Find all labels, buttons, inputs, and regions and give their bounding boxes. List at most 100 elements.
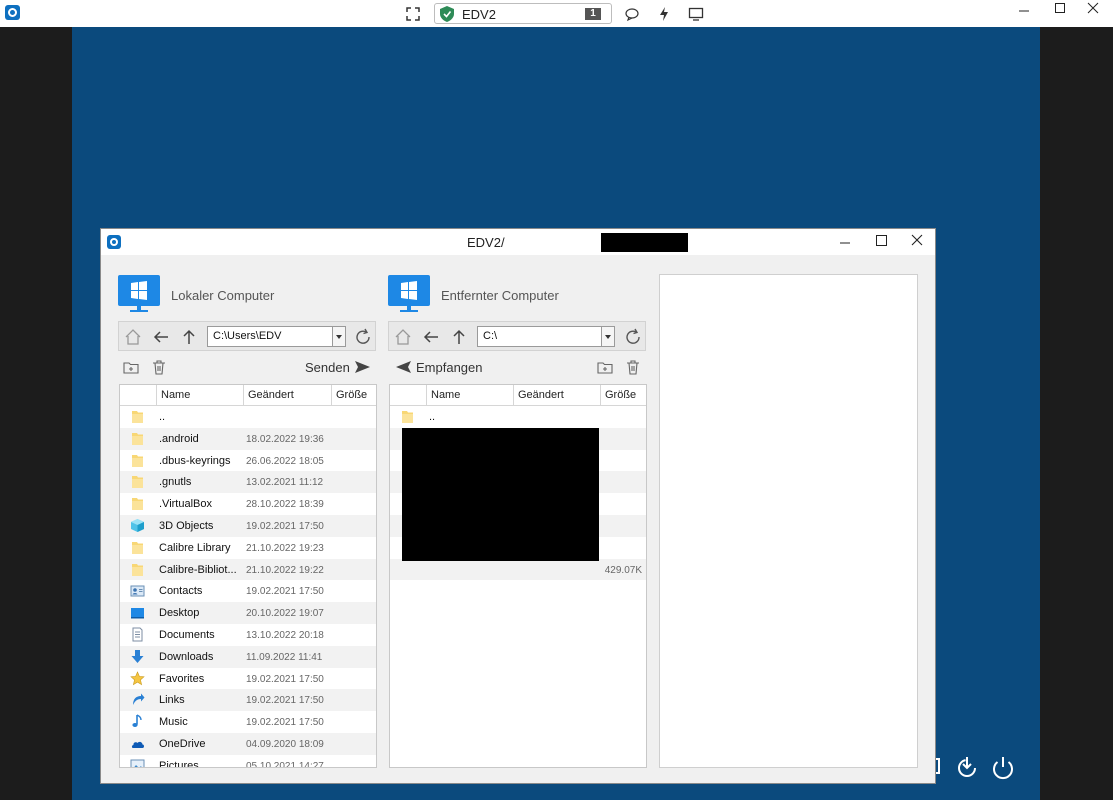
dialog-logo-icon [107, 235, 121, 249]
file-modified: 13.10.2022 20:18 [246, 629, 324, 641]
trash-icon[interactable] [625, 359, 641, 375]
new-folder-icon[interactable] [597, 359, 613, 375]
redaction-bar [601, 233, 688, 252]
table-row[interactable]: Desktop 20.10.2022 19:07 [120, 602, 376, 624]
file-modified: 20.10.2022 19:07 [246, 608, 324, 620]
table-row[interactable]: .android 18.02.2022 19:36 [120, 427, 376, 450]
maximize-icon[interactable] [1045, 0, 1075, 20]
up-arrow-icon[interactable] [180, 328, 198, 346]
file-modified: 19.02.2021 17:50 [246, 520, 324, 532]
file-name: Pictures [159, 759, 199, 768]
table-row[interactable]: .. [390, 406, 646, 428]
file-modified: 19.02.2021 17:50 [246, 673, 324, 685]
local-panel-title: Lokaler Computer [171, 288, 275, 303]
receive-button[interactable]: Empfangen [416, 360, 483, 375]
file-transfer-dialog: EDV2/ Lokaler Computer C:\Users\EDV Send… [100, 228, 936, 784]
file-name: .gnutls [159, 476, 192, 489]
session-tab[interactable]: EDV2 1 [434, 3, 612, 24]
home-icon[interactable] [394, 328, 412, 346]
side-panel [659, 274, 918, 768]
windows-computer-icon [388, 275, 430, 312]
file-name: .VirtualBox [159, 498, 212, 511]
table-row[interactable]: Downloads 11.09.2022 11:41 [120, 645, 376, 668]
table-row[interactable]: Calibre Library 21.10.2022 19:23 [120, 537, 376, 559]
lightning-icon[interactable] [656, 6, 672, 22]
local-path-text: C:\Users\EDV [213, 330, 282, 342]
viewer-margin-left [0, 27, 72, 800]
file-name: Calibre Library [159, 541, 231, 554]
up-arrow-icon[interactable] [450, 328, 468, 346]
table-row[interactable]: Contacts 19.02.2021 17:50 [120, 580, 376, 602]
column-header-size[interactable]: Größe [600, 385, 646, 406]
power-icon[interactable] [989, 753, 1017, 781]
dialog-maximize-icon[interactable] [869, 232, 893, 252]
table-row[interactable]: Favorites 19.02.2021 17:50 [120, 668, 376, 690]
refresh-icon[interactable] [624, 328, 642, 346]
dialog-titlebar[interactable]: EDV2/ [101, 229, 935, 255]
local-rows: .. .android 18.02.2022 19:36 .dbus-keyrings… [120, 406, 376, 768]
local-path-dropdown-icon[interactable] [332, 327, 345, 346]
table-row[interactable]: .VirtualBox 28.10.2022 18:39 [120, 493, 376, 515]
file-name: Contacts [159, 585, 203, 598]
table-row[interactable]: Pictures 05.10.2021 14:27 [120, 755, 376, 768]
file-modified: 21.10.2022 19:22 [246, 564, 324, 576]
file-modified: 28.10.2022 18:39 [246, 499, 324, 511]
table-row[interactable]: Music 19.02.2021 17:50 [120, 711, 376, 733]
minimize-icon[interactable] [1009, 0, 1039, 20]
send-button[interactable]: Senden [305, 360, 350, 375]
column-header-name[interactable]: Name [426, 385, 513, 406]
viewer-toolbar: EDV2 1 [0, 0, 1113, 27]
new-folder-icon[interactable] [123, 359, 139, 375]
column-header-modified[interactable]: Geändert [243, 385, 331, 406]
dialog-minimize-icon[interactable] [833, 232, 857, 252]
trash-icon[interactable] [151, 359, 167, 375]
table-row[interactable]: .gnutls 13.02.2021 11:12 [120, 471, 376, 494]
remote-path-input[interactable]: C:\ [477, 326, 615, 347]
remote-file-list-header: Name Geändert Größe [390, 385, 646, 406]
transfer-icon[interactable] [954, 753, 982, 781]
receive-arrow-icon[interactable] [396, 361, 411, 373]
file-name: Links [159, 694, 185, 707]
table-row[interactable]: 429.07K [390, 558, 646, 581]
file-modified: 13.02.2021 11:12 [246, 477, 324, 489]
viewer-margin-right [1040, 27, 1113, 800]
back-arrow-icon[interactable] [152, 328, 170, 346]
table-row[interactable]: Links 19.02.2021 17:50 [120, 689, 376, 712]
music-icon [130, 714, 145, 729]
folder-icon [130, 409, 145, 424]
folder-icon [130, 562, 145, 577]
home-icon[interactable] [124, 328, 142, 346]
table-row[interactable]: OneDrive 04.09.2020 18:09 [120, 732, 376, 755]
local-file-list[interactable]: Name Geändert Größe .. .android 18.02.2022… [119, 384, 377, 768]
remote-file-list[interactable]: Name Geändert Größe ..AMD20.05.2021 10:2… [389, 384, 647, 768]
column-header-modified[interactable]: Geändert [513, 385, 600, 406]
session-count-badge: 1 [585, 8, 601, 20]
close-icon[interactable] [1078, 0, 1108, 20]
column-header-name[interactable]: Name [156, 385, 243, 406]
table-row[interactable]: 3D Objects 19.02.2021 17:50 [120, 514, 376, 537]
remote-path-dropdown-icon[interactable] [601, 327, 614, 346]
table-row[interactable]: Documents 13.10.2022 20:18 [120, 624, 376, 646]
table-row[interactable]: .dbus-keyrings 26.06.2022 18:05 [120, 450, 376, 472]
chat-icon[interactable] [624, 6, 640, 22]
file-modified: 21.10.2022 19:23 [246, 542, 324, 554]
dialog-close-icon[interactable] [905, 232, 929, 252]
local-navbar: C:\Users\EDV [118, 321, 376, 351]
table-row[interactable]: Calibre-Bibliot... 21.10.2022 19:22 [120, 558, 376, 581]
local-path-input[interactable]: C:\Users\EDV [207, 326, 346, 347]
monitor-icon[interactable] [688, 6, 704, 22]
file-modified: 26.06.2022 18:05 [246, 455, 324, 467]
onedrive-icon [130, 736, 145, 751]
folder-icon [130, 453, 145, 468]
folder-icon [130, 431, 145, 446]
local-panel-header: Lokaler Computer [118, 273, 378, 313]
refresh-icon[interactable] [354, 328, 372, 346]
back-arrow-icon[interactable] [422, 328, 440, 346]
dialog-title: EDV2/ [467, 235, 505, 250]
send-arrow-icon[interactable] [355, 361, 370, 373]
links-icon [130, 692, 145, 707]
file-size: 429.07K [604, 564, 642, 576]
fullscreen-icon[interactable] [405, 6, 421, 22]
table-row[interactable]: .. [120, 406, 376, 428]
column-header-size[interactable]: Größe [331, 385, 376, 406]
